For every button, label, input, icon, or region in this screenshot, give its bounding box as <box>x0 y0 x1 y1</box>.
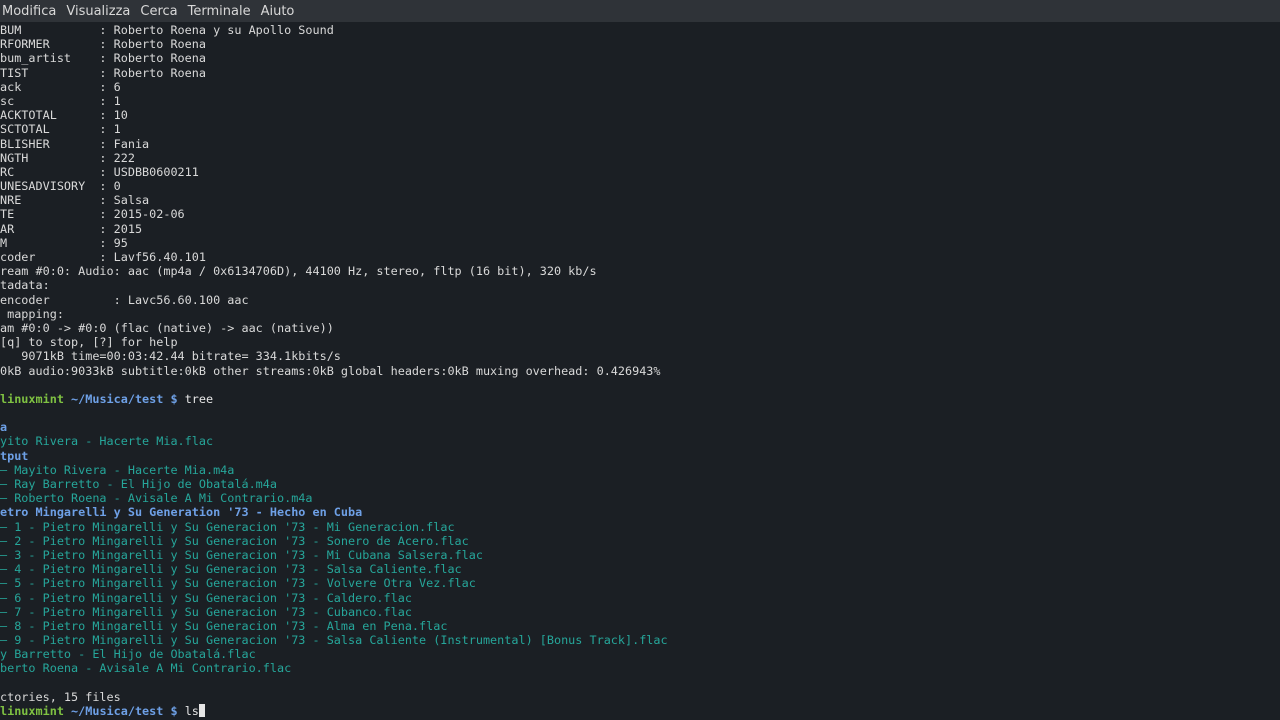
menu-modifica[interactable]: Modifica <box>0 4 62 19</box>
tree-file: — 9 - Pietro Mingarelli y Su Generacion … <box>0 633 668 648</box>
output-line: coder : Lavf56.40.101 <box>0 250 206 264</box>
menu-aiuto[interactable]: Aiuto <box>255 4 301 19</box>
terminal-window: Modifica Visualizza Cerca Terminale Aiut… <box>0 0 1280 720</box>
tree-file: — 1 - Pietro Mingarelli y Su Generacion … <box>0 519 455 534</box>
tree-file: y Barretto - El Hijo de Obatalá.flac <box>0 647 256 662</box>
tree-file: — 4 - Pietro Mingarelli y Su Generacion … <box>0 562 462 577</box>
output-line: mapping: <box>0 306 64 321</box>
output-line: TE : 2015-02-06 <box>0 207 185 222</box>
tree-file: — 8 - Pietro Mingarelli y Su Generacion … <box>0 618 448 633</box>
prompt-path: ~/Musica/test <box>71 391 164 406</box>
output-line: ream #0:0: Audio: aac (mp4a / 0x6134706D… <box>0 264 597 279</box>
output-line: NGTH : 222 <box>0 150 135 165</box>
tree-file: — 2 - Pietro Mingarelli y Su Generacion … <box>0 533 469 548</box>
prompt-symbol: $ <box>170 391 178 406</box>
output-line: ctories, 15 files <box>0 689 121 704</box>
tree-file: — 7 - Pietro Mingarelli y Su Generacion … <box>0 604 412 619</box>
terminal-output[interactable]: BUM : Roberto Roena y su Apollo Sound RFO… <box>0 22 1280 720</box>
menu-terminale[interactable]: Terminale <box>182 4 257 19</box>
output-line: tadata: <box>0 278 50 293</box>
prompt-path: ~/Musica/test <box>71 704 164 718</box>
output-line: AR : 2015 <box>0 221 143 236</box>
output-line: UNESADVISORY : 0 <box>0 179 121 194</box>
prompt-user: linuxmint <box>0 391 64 406</box>
tree-file: berto Roena - Avisale A Mi Contrario.fla… <box>0 661 292 676</box>
prompt-line-tree: linuxmint ~/Musica/test $ tree <box>0 392 1280 406</box>
output-line: bum_artist : Roberto Roena <box>0 51 206 66</box>
menu-visualizza[interactable]: Visualizza <box>60 4 136 19</box>
output-line: BLISHER : Fania <box>0 136 150 151</box>
tree-file: — 6 - Pietro Mingarelli y Su Generacion … <box>0 590 412 605</box>
output-line: 9071kB time=00:03:42.44 bitrate= 334.1kb… <box>0 349 341 364</box>
prompt-user: linuxmint <box>0 704 64 718</box>
output-line: encoder : Lavc56.60.100 aac <box>0 292 249 307</box>
menu-bar: Modifica Visualizza Cerca Terminale Aiut… <box>0 0 1280 22</box>
output-line: BUM : Roberto Roena y su Apollo Sound <box>0 23 334 37</box>
output-line: ACKTOTAL : 10 <box>0 108 128 123</box>
tree-file: — Ray Barretto - El Hijo de Obatalá.m4a <box>0 477 277 491</box>
output-line: 0kB audio:9033kB subtitle:0kB other stre… <box>0 363 661 378</box>
tree-directory: tput <box>0 448 29 463</box>
tree-file: — Mayito Rivera - Hacerte Mia.m4a <box>0 462 235 477</box>
tree-output: a yito Rivera - Hacerte Mia.flac tput — May… <box>0 406 1280 704</box>
tree-file: yito Rivera - Hacerte Mia.flac <box>0 434 214 449</box>
output-line: ack : 6 <box>0 79 121 94</box>
output-line: M : 95 <box>0 235 128 250</box>
prompt-command: ls <box>184 704 199 718</box>
output-line: SCTOTAL : 1 <box>0 122 121 137</box>
ffmpeg-output: BUM : Roberto Roena y su Apollo Sound RFO… <box>0 23 1280 392</box>
tree-file: — Roberto Roena - Avisale A Mi Contrario… <box>0 491 313 506</box>
output-line: NRE : Salsa <box>0 193 150 208</box>
text-cursor <box>198 704 205 717</box>
output-line: sc : 1 <box>0 93 121 108</box>
prompt-symbol: $ <box>170 704 178 718</box>
tree-directory: etro Mingarelli y Su Generation '73 - He… <box>0 505 363 520</box>
prompt-command: tree <box>184 391 214 406</box>
output-line: [q] to stop, [?] for help <box>0 335 178 350</box>
output-line: TIST : Roberto Roena <box>0 65 206 80</box>
output-line: RFORMER : Roberto Roena <box>0 37 206 52</box>
output-line: am #0:0 -> #0:0 (flac (native) -> aac (n… <box>0 320 334 335</box>
tree-directory: a <box>0 420 8 435</box>
output-line: RC : USDBB0600211 <box>0 164 199 179</box>
prompt-line-ls[interactable]: linuxmint ~/Musica/test $ ls <box>0 704 1280 718</box>
menu-cerca[interactable]: Cerca <box>134 4 183 19</box>
tree-file: — 3 - Pietro Mingarelli y Su Generacion … <box>0 547 483 562</box>
tree-file: — 5 - Pietro Mingarelli y Su Generacion … <box>0 576 476 591</box>
